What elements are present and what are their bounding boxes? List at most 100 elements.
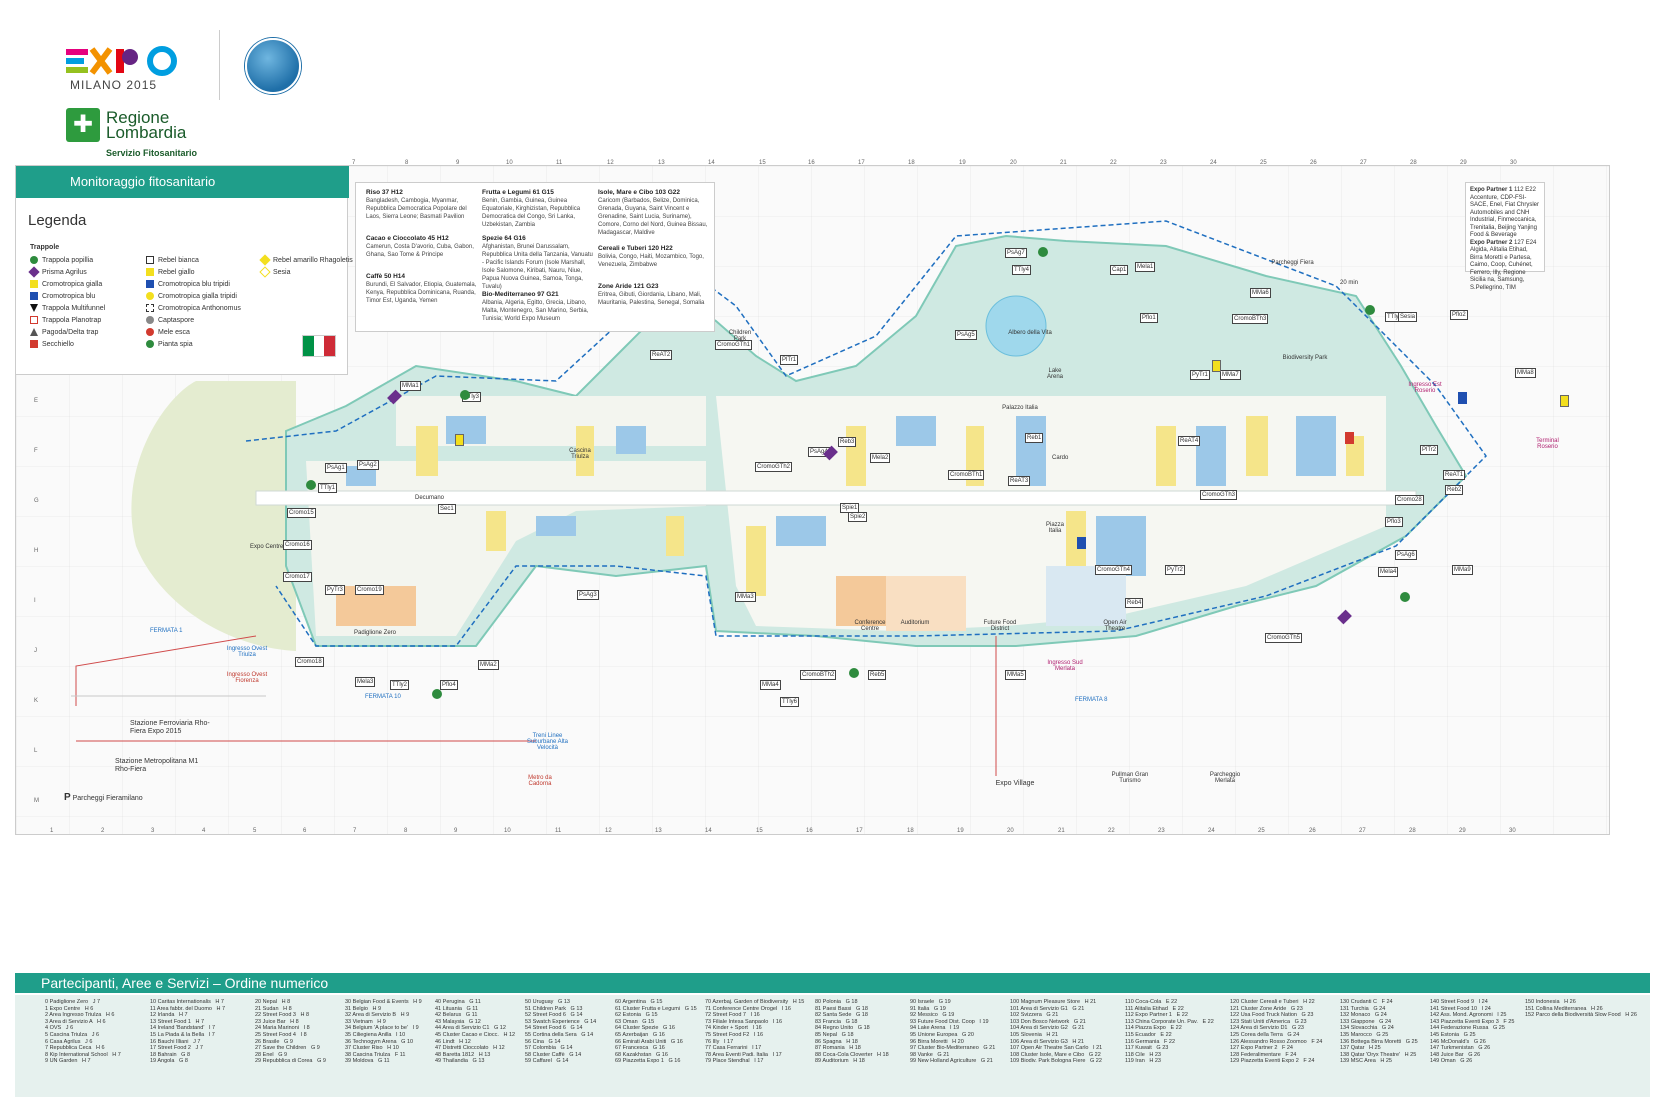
trap-pin[interactable]: Pflo3: [1385, 517, 1403, 527]
area-lake-arena[interactable]: Lake Arena: [1040, 368, 1070, 380]
trap-pin[interactable]: Cromo18: [295, 657, 324, 667]
trap-pin[interactable]: Reb4: [1125, 598, 1144, 608]
trap-pin[interactable]: TTly4: [1012, 265, 1031, 275]
area-cascina-triulza[interactable]: Cascina Triulza: [560, 448, 600, 460]
trap-pin[interactable]: Mela4: [1378, 567, 1399, 577]
area-ingresso-triulza[interactable]: Ingresso Ovest Triulza: [222, 646, 272, 658]
trap-pin[interactable]: Reb3: [838, 437, 857, 447]
spy-plant-icon[interactable]: [1038, 247, 1048, 257]
trap-pin[interactable]: MMa6: [1250, 288, 1271, 298]
trap-pin[interactable]: Cromo28: [1395, 495, 1424, 505]
area-ingresso-roserio[interactable]: Ingresso Est Roserio: [1405, 382, 1445, 394]
trap-pin[interactable]: Cromo16: [283, 540, 312, 550]
trap-pin[interactable]: Cromo19: [355, 585, 384, 595]
trap-pin[interactable]: TTly1: [318, 483, 337, 493]
trap-pin[interactable]: Mela3: [355, 677, 376, 687]
trap-pin[interactable]: CromoBTh3: [1232, 314, 1269, 324]
yellow-trap-icon[interactable]: [1212, 360, 1221, 372]
area-expo-village[interactable]: Expo Village: [990, 780, 1040, 787]
trap-pin[interactable]: TTly2: [390, 680, 409, 690]
trap-pin[interactable]: MMa4: [760, 680, 781, 690]
area-fermata-10[interactable]: FERMATA 10: [365, 694, 401, 700]
parcheggi-fieramilano[interactable]: P Parcheggi Fieramilano: [64, 793, 143, 803]
spy-plant-icon[interactable]: [306, 480, 316, 490]
area-conference-centre[interactable]: Conference Centre: [850, 620, 890, 632]
area-pullman[interactable]: Pullman Gran Turismo: [1110, 772, 1150, 784]
trap-pin[interactable]: Cromo15: [287, 508, 316, 518]
trap-pin[interactable]: Reb1: [1025, 433, 1044, 443]
area-expo-centre[interactable]: Expo Centre: [250, 544, 283, 550]
trap-pin[interactable]: ReAT2: [650, 350, 673, 360]
trap-pin[interactable]: CromoGTh4: [1095, 565, 1133, 575]
blue-trap-icon[interactable]: [1077, 537, 1086, 549]
area-metro-cadorna[interactable]: Metro da Cadorna: [520, 775, 560, 787]
spy-plant-icon[interactable]: [1400, 592, 1410, 602]
trap-pin[interactable]: PsAg7: [1005, 248, 1027, 258]
trap-pin[interactable]: PsAg2: [357, 460, 379, 470]
area-parcheggio-merlata[interactable]: Parcheggio Merlata: [1205, 772, 1245, 784]
area-padiglione-zero[interactable]: Padiglione Zero: [350, 630, 400, 636]
area-fermata-8[interactable]: FERMATA 8: [1075, 697, 1107, 703]
trap-pin[interactable]: MMa2: [478, 660, 499, 670]
trap-pin[interactable]: CromoGTh1: [715, 340, 753, 350]
trap-pin[interactable]: PsAg5: [955, 330, 977, 340]
area-treni[interactable]: Treni Linee Suburbane Alta Velocità: [520, 733, 575, 751]
trap-pin[interactable]: CromoGTh5: [1265, 633, 1303, 643]
trap-pin[interactable]: MMa1: [400, 381, 421, 391]
area-fermata-1[interactable]: FERMATA 1: [150, 628, 182, 634]
trap-pin[interactable]: ReAT4: [1178, 436, 1201, 446]
trap-pin[interactable]: Pflo1: [1140, 313, 1158, 323]
trap-pin[interactable]: CromoGTh2: [755, 462, 793, 472]
area-open-air-theatre[interactable]: Open Air Theatre: [1095, 620, 1135, 632]
area-ingresso-merlata[interactable]: Ingresso Sud Merlata: [1045, 660, 1085, 672]
area-ingresso-fiorenza[interactable]: Ingresso Ovest Fiorenza: [222, 672, 272, 684]
trap-pin[interactable]: PlTr2: [1420, 445, 1439, 455]
trap-pin[interactable]: Pflo4: [440, 680, 458, 690]
trap-pin[interactable]: Mela2: [870, 453, 891, 463]
trap-pin[interactable]: ReAT1: [1443, 470, 1466, 480]
spy-plant-icon[interactable]: [460, 390, 470, 400]
trap-pin[interactable]: ReAT3: [1008, 476, 1031, 486]
trap-pin[interactable]: PyTr2: [1165, 565, 1185, 575]
trap-pin[interactable]: MMa9: [1452, 565, 1473, 575]
trap-pin[interactable]: PyTr3: [325, 585, 345, 595]
trap-pin[interactable]: PsAg6: [1395, 550, 1417, 560]
trap-pin[interactable]: PlTr1: [780, 355, 799, 365]
trap-pin[interactable]: CromoGTh3: [1200, 490, 1238, 500]
trap-pin[interactable]: TTly6: [780, 697, 799, 707]
trap-pin[interactable]: PsAg3: [577, 590, 599, 600]
area-piazza-italia[interactable]: Piazza Italia: [1040, 522, 1070, 534]
trap-pin[interactable]: MMa7: [1220, 370, 1241, 380]
station-metro-m1[interactable]: Stazione Metropolitana M1 Rho-Fiera: [115, 758, 200, 783]
area-auditorium[interactable]: Auditorium: [895, 620, 935, 626]
trap-pin[interactable]: CromoBTh2: [800, 670, 837, 680]
trap-pin[interactable]: MMa8: [1515, 368, 1536, 378]
trap-pin[interactable]: MMa3: [735, 592, 756, 602]
area-future-food[interactable]: Future Food District: [975, 620, 1025, 632]
yellow-trap-icon[interactable]: [455, 434, 464, 446]
spy-plant-icon[interactable]: [849, 668, 859, 678]
yellow-trap-icon[interactable]: [1560, 395, 1569, 407]
area-palazzo-italia[interactable]: Palazzo Italia: [1000, 405, 1040, 411]
trap-pin[interactable]: Reb5: [868, 670, 887, 680]
blue-trap-icon[interactable]: [1458, 392, 1467, 404]
area-terminal-roserio[interactable]: Terminal Roserio: [1530, 438, 1565, 450]
trap-pin[interactable]: Mela1: [1135, 262, 1156, 272]
trap-pin[interactable]: Pflo2: [1450, 310, 1468, 320]
spy-plant-icon[interactable]: [1365, 305, 1375, 315]
area-parcheggi-fiera[interactable]: Parcheggi Fiera: [1265, 260, 1320, 266]
trap-pin[interactable]: CromoBTh1: [948, 470, 985, 480]
trap-pin[interactable]: Sesia: [1398, 312, 1418, 322]
station-rho-fiera[interactable]: Stazione Ferroviaria Rho-Fiera Expo 2015: [130, 720, 220, 745]
trap-pin[interactable]: Sec1: [438, 504, 456, 514]
trap-pin[interactable]: Cromo17: [283, 572, 312, 582]
red-bucket-icon[interactable]: [1345, 432, 1354, 444]
trap-pin[interactable]: PsAg1: [325, 463, 347, 473]
trap-pin[interactable]: MMa5: [1005, 670, 1026, 680]
trap-pin[interactable]: Spie2: [848, 512, 868, 522]
trap-pin[interactable]: PyTr1: [1190, 370, 1210, 380]
area-biodiversity-park[interactable]: Biodiversity Park: [1280, 355, 1330, 361]
trap-pin[interactable]: Reb2: [1445, 485, 1464, 495]
trap-pin[interactable]: Cap1: [1110, 265, 1129, 275]
spy-plant-icon[interactable]: [432, 689, 442, 699]
